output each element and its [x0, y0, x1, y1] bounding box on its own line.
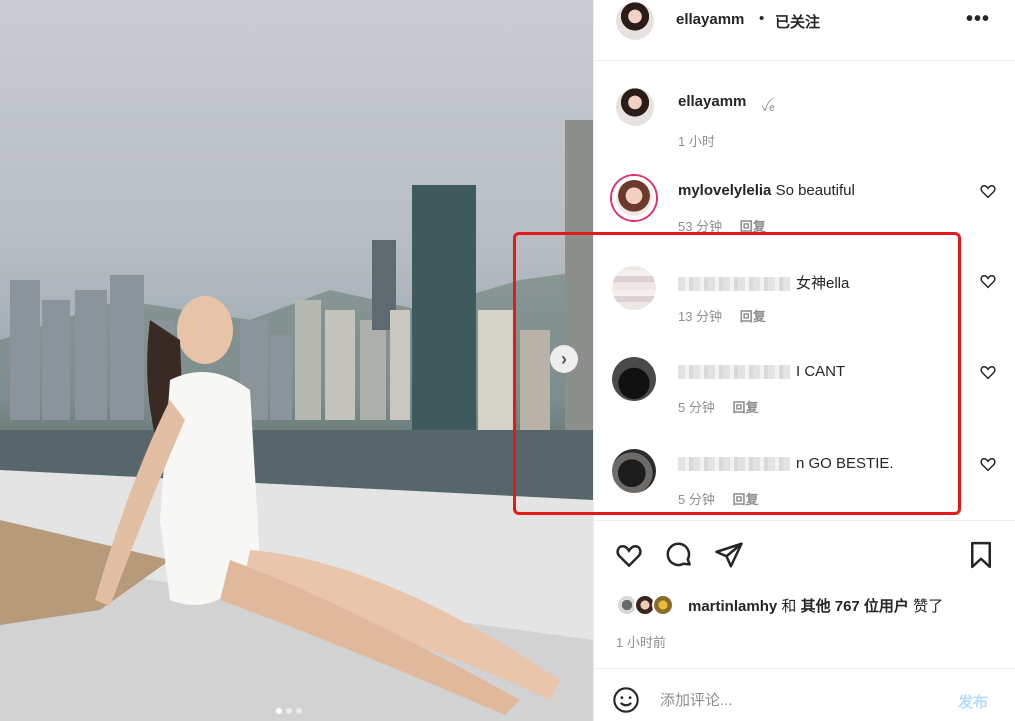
carousel-dot: [286, 708, 292, 714]
heart-icon[interactable]: [979, 272, 997, 290]
carousel-dot: [296, 708, 302, 714]
more-options-icon[interactable]: •••: [966, 8, 990, 31]
action-bar: [594, 540, 1015, 576]
comment-text: mylovelylelia So beautiful: [678, 182, 855, 199]
liker-avatars: [616, 594, 682, 616]
divider: [594, 668, 1015, 669]
heart-icon[interactable]: [979, 363, 997, 381]
bookmark-icon[interactable]: [966, 540, 996, 570]
photo-scene: [0, 120, 593, 721]
avatar[interactable]: [616, 88, 654, 126]
share-send-icon[interactable]: [714, 540, 744, 570]
caption-time[interactable]: 1 小时: [678, 131, 715, 150]
header-separator: •: [759, 10, 765, 27]
emoji-icon[interactable]: [612, 686, 640, 714]
other-likers-link[interactable]: 其他 767 位用户: [801, 598, 909, 615]
post-photo[interactable]: ›: [0, 0, 593, 721]
comment-bubble-icon[interactable]: [664, 540, 694, 570]
avatar[interactable]: [616, 2, 654, 40]
comment-body: So beautiful: [775, 182, 855, 199]
caption-text: ꪜꫀ: [761, 102, 775, 114]
divider: [594, 520, 1015, 521]
likes-suffix: 赞了: [913, 598, 944, 615]
heart-icon[interactable]: [979, 182, 997, 200]
comment-input[interactable]: [660, 688, 940, 712]
highlight-box: [513, 232, 961, 515]
heart-icon[interactable]: [979, 455, 997, 473]
avatar[interactable]: [612, 176, 656, 220]
follow-status-button[interactable]: 已关注: [775, 11, 820, 32]
divider: [594, 60, 1015, 61]
post-header: ellayamm • 已关注 •••: [594, 0, 1015, 44]
post-comment-button[interactable]: 发布: [958, 691, 988, 712]
post-timestamp[interactable]: 1 小时前: [616, 632, 666, 651]
avatar[interactable]: [652, 594, 674, 616]
likes-summary: martinlamhy 和 其他 767 位用户 赞了: [594, 592, 1015, 616]
caption-username[interactable]: ellayamm: [678, 93, 746, 110]
like-heart-icon[interactable]: [614, 540, 644, 570]
comment-username[interactable]: mylovelylelia: [678, 182, 771, 199]
liker-username[interactable]: martinlamhy: [688, 598, 777, 615]
likes-text: martinlamhy 和 其他 767 位用户 赞了: [688, 595, 943, 616]
header-username[interactable]: ellayamm: [676, 11, 744, 28]
carousel-indicator: [276, 708, 302, 714]
carousel-dot: [276, 708, 282, 714]
likes-connector: 和: [781, 598, 797, 615]
comment-composer: 发布: [594, 676, 1015, 721]
